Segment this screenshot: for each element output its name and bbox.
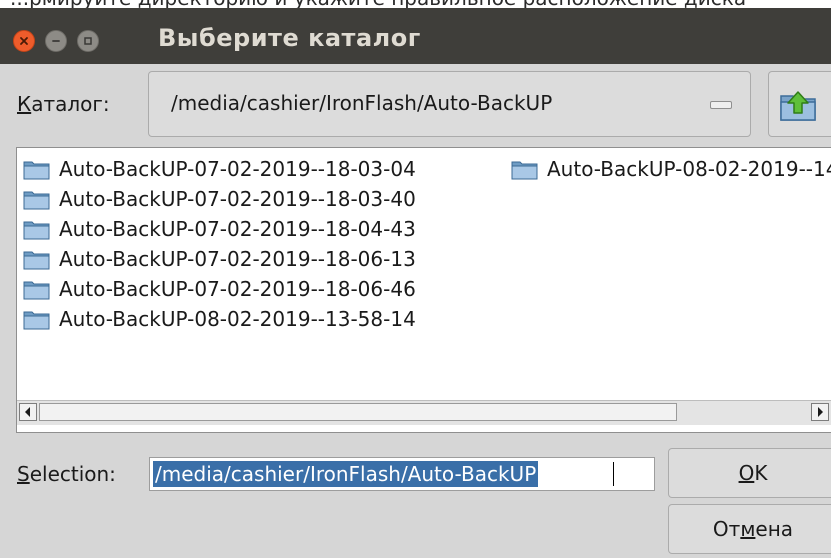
minimize-icon — [52, 40, 60, 42]
folder-icon — [23, 191, 50, 210]
folder-name: Auto-BackUP-07-02-2019--18-03-40 — [59, 187, 416, 211]
directory-label-mnemonic: К — [17, 92, 32, 116]
list-item[interactable]: Auto-BackUP-07-02-2019--18-03-04 — [23, 154, 416, 184]
scroll-left-button[interactable] — [19, 403, 37, 421]
folder-name: Auto-BackUP-07-02-2019--18-03-04 — [59, 157, 416, 181]
maximize-icon — [84, 37, 92, 45]
selection-value: /media/cashier/IronFlash/Auto-BackUP — [153, 461, 539, 487]
list-item[interactable]: Auto-BackUP-07-02-2019--18-04-43 — [23, 214, 416, 244]
folder-icon — [23, 221, 50, 240]
folder-name: Auto-BackUP-07-02-2019--18-04-43 — [59, 217, 416, 241]
scrollbar-thumb[interactable] — [39, 403, 677, 421]
cancel-label-post: ена — [755, 517, 794, 541]
directory-label-text: аталог: — [31, 92, 110, 116]
folder-up-icon — [780, 91, 816, 121]
list-item[interactable]: Auto-BackUP-08-02-2019--13-58-14 — [23, 304, 416, 334]
background-window-text: ...рмируйте директорию и укажите правиль… — [0, 0, 831, 8]
horizontal-scrollbar[interactable] — [17, 400, 831, 425]
close-button[interactable] — [13, 30, 35, 52]
title-bar[interactable]: Выберите каталог — [0, 8, 831, 64]
arrow-left-icon — [25, 407, 30, 417]
directory-dialog: Каталог: /media/cashier/IronFlash/Auto-B… — [0, 64, 831, 558]
folder-icon — [23, 251, 50, 270]
selection-label-mnemonic: S — [17, 462, 30, 486]
close-icon — [20, 37, 28, 45]
folder-name: Auto-BackUP-08-02-2019--14-01-27 — [547, 157, 831, 181]
folder-name: Auto-BackUP-07-02-2019--18-06-13 — [59, 247, 416, 271]
ok-button[interactable]: OK — [668, 448, 831, 498]
parent-directory-button[interactable] — [768, 71, 831, 137]
scroll-right-button[interactable] — [811, 403, 829, 421]
ok-label: K — [754, 461, 768, 485]
folder-icon — [23, 281, 50, 300]
text-caret — [613, 462, 614, 486]
list-item[interactable]: Auto-BackUP-07-02-2019--18-03-40 — [23, 184, 416, 214]
list-item[interactable]: Auto-BackUP-08-02-2019--14-01-27 — [511, 154, 831, 184]
arrow-right-icon — [818, 407, 823, 417]
maximize-button[interactable] — [77, 30, 99, 52]
window-title: Выберите каталог — [158, 24, 421, 52]
cancel-label-pre: От — [712, 517, 741, 541]
folder-icon — [511, 161, 538, 180]
ok-mnemonic: O — [738, 461, 755, 485]
list-item[interactable]: Auto-BackUP-07-02-2019--18-06-46 — [23, 274, 416, 304]
background-window-text-content: ...рмируйте директорию и укажите правиль… — [10, 0, 746, 8]
folder-icon — [23, 311, 50, 330]
cancel-button[interactable]: От м ена — [668, 504, 831, 554]
folder-icon — [23, 161, 50, 180]
selection-label: Selection: — [17, 462, 116, 486]
directory-combobox[interactable]: /media/cashier/IronFlash/Auto-BackUP — [148, 71, 751, 137]
selection-label-text: election: — [29, 462, 116, 486]
cancel-mnemonic: м — [740, 517, 756, 541]
folder-list[interactable]: Auto-BackUP-07-02-2019--18-03-04 Auto-Ba… — [16, 147, 831, 433]
selection-input[interactable]: /media/cashier/IronFlash/Auto-BackUP — [149, 457, 655, 491]
minimize-button[interactable] — [45, 30, 67, 52]
list-item[interactable]: Auto-BackUP-07-02-2019--18-06-13 — [23, 244, 416, 274]
directory-label: Каталог: — [17, 92, 110, 116]
directory-path: /media/cashier/IronFlash/Auto-BackUP — [171, 91, 553, 115]
folder-name: Auto-BackUP-07-02-2019--18-06-46 — [59, 277, 416, 301]
combobox-dropdown-icon[interactable] — [710, 101, 732, 109]
folder-name: Auto-BackUP-08-02-2019--13-58-14 — [59, 307, 416, 331]
